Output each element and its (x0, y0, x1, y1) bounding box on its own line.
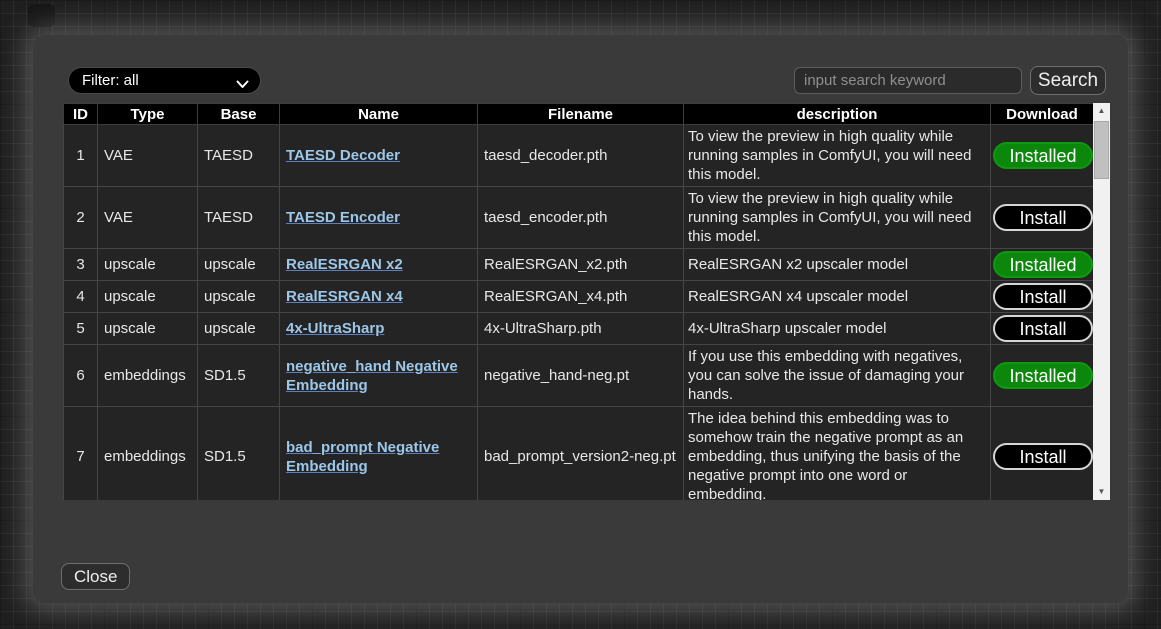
cell-type: upscale (98, 281, 198, 313)
column-header-download: Download (991, 104, 1094, 125)
install-button[interactable]: Install (993, 204, 1093, 231)
table-header-row: IDTypeBaseNameFilenamedescriptionDownloa… (64, 104, 1094, 125)
close-button[interactable]: Close (61, 563, 130, 590)
cell-description: 4x-UltraSharp upscaler model (684, 313, 991, 345)
installed-button[interactable]: Installed (993, 142, 1093, 169)
cell-id: 7 (64, 407, 98, 501)
table-row: 6embeddingsSD1.5negative_hand Negative E… (64, 345, 1094, 407)
installed-button[interactable]: Installed (993, 362, 1093, 389)
search-input[interactable] (794, 67, 1022, 94)
cell-type: upscale (98, 313, 198, 345)
cell-type: upscale (98, 249, 198, 281)
cell-name: RealESRGAN x4 (280, 281, 478, 313)
model-name-link[interactable]: TAESD Decoder (286, 147, 400, 164)
model-name-link[interactable]: negative_hand Negative Embedding (286, 358, 458, 394)
cell-filename: RealESRGAN_x2.pth (478, 249, 684, 281)
model-manager-dialog: Filter: all Search IDTypeBaseNameFilenam… (33, 35, 1128, 603)
cell-name: bad_prompt Negative Embedding (280, 407, 478, 501)
cell-type: embeddings (98, 407, 198, 501)
model-table-container: IDTypeBaseNameFilenamedescriptionDownloa… (63, 103, 1110, 500)
cell-filename: taesd_encoder.pth (478, 187, 684, 249)
cell-name: 4x-UltraSharp (280, 313, 478, 345)
table-row: 4upscaleupscaleRealESRGAN x4RealESRGAN_x… (64, 281, 1094, 313)
cell-download: Install (991, 187, 1094, 249)
cell-id: 5 (64, 313, 98, 345)
cell-description: RealESRGAN x2 upscaler model (684, 249, 991, 281)
cell-filename: bad_prompt_version2-neg.pt (478, 407, 684, 501)
cell-filename: RealESRGAN_x4.pth (478, 281, 684, 313)
table-row: 3upscaleupscaleRealESRGAN x2RealESRGAN_x… (64, 249, 1094, 281)
model-name-link[interactable]: TAESD Encoder (286, 209, 400, 226)
canvas-widget (28, 4, 55, 27)
cell-base: upscale (198, 249, 280, 281)
scroll-up-icon[interactable]: ▲ (1093, 103, 1110, 119)
cell-id: 4 (64, 281, 98, 313)
cell-filename: taesd_decoder.pth (478, 125, 684, 187)
cell-id: 6 (64, 345, 98, 407)
scrollbar[interactable]: ▲ ▼ (1093, 103, 1110, 500)
cell-name: TAESD Encoder (280, 187, 478, 249)
column-header-description: description (684, 104, 991, 125)
filter-dropdown-wrap: Filter: all (68, 67, 261, 94)
cell-type: VAE (98, 187, 198, 249)
install-button[interactable]: Install (993, 283, 1093, 310)
column-header-id: ID (64, 104, 98, 125)
cell-base: upscale (198, 281, 280, 313)
column-header-type: Type (98, 104, 198, 125)
cell-description: To view the preview in high quality whil… (684, 125, 991, 187)
cell-base: TAESD (198, 125, 280, 187)
cell-description: To view the preview in high quality whil… (684, 187, 991, 249)
model-name-link[interactable]: 4x-UltraSharp (286, 320, 384, 337)
column-header-base: Base (198, 104, 280, 125)
table-row: 7embeddingsSD1.5bad_prompt Negative Embe… (64, 407, 1094, 501)
scroll-down-icon[interactable]: ▼ (1093, 484, 1110, 500)
cell-base: SD1.5 (198, 407, 280, 501)
cell-download: Install (991, 281, 1094, 313)
model-name-link[interactable]: bad_prompt Negative Embedding (286, 439, 439, 475)
scroll-thumb[interactable] (1094, 121, 1109, 179)
cell-id: 1 (64, 125, 98, 187)
search-button[interactable]: Search (1030, 66, 1106, 95)
model-name-link[interactable]: RealESRGAN x2 (286, 256, 403, 273)
column-header-name: Name (280, 104, 478, 125)
cell-id: 2 (64, 187, 98, 249)
cell-type: VAE (98, 125, 198, 187)
model-table: IDTypeBaseNameFilenamedescriptionDownloa… (63, 103, 1094, 500)
column-header-filename: Filename (478, 104, 684, 125)
cell-name: TAESD Decoder (280, 125, 478, 187)
cell-id: 3 (64, 249, 98, 281)
table-row: 1VAETAESD TAESD Decoder taesd_decoder.pthT… (64, 125, 1094, 187)
cell-name: negative_hand Negative Embedding (280, 345, 478, 407)
cell-download: Installed (991, 125, 1094, 187)
model-table-body: 1VAETAESDTAESD Decodertaesd_decoder.pthT… (64, 125, 1094, 501)
cell-base: SD1.5 (198, 345, 280, 407)
cell-description: RealESRGAN x4 upscaler model (684, 281, 991, 313)
table-row: 5upscaleupscale4x-UltraSharp4x-UltraShar… (64, 313, 1094, 345)
cell-download: Install (991, 313, 1094, 345)
filter-select[interactable]: Filter: all (68, 67, 261, 94)
cell-base: TAESD (198, 187, 280, 249)
install-button[interactable]: Install (993, 443, 1093, 470)
cell-download: Installed (991, 345, 1094, 407)
cell-download: Installed (991, 249, 1094, 281)
table-row: 2VAETAESD TAESD Encoder taesd_encoder.pthT… (64, 187, 1094, 249)
cell-filename: negative_hand-neg.pt (478, 345, 684, 407)
model-name-link[interactable]: RealESRGAN x4 (286, 288, 403, 305)
cell-description: The idea behind this embedding was to so… (684, 407, 991, 501)
cell-type: embeddings (98, 345, 198, 407)
install-button[interactable]: Install (993, 315, 1093, 342)
cell-download: Install (991, 407, 1094, 501)
cell-filename: 4x-UltraSharp.pth (478, 313, 684, 345)
cell-base: upscale (198, 313, 280, 345)
cell-description: If you use this embedding with negatives… (684, 345, 991, 407)
installed-button[interactable]: Installed (993, 251, 1093, 278)
cell-name: RealESRGAN x2 (280, 249, 478, 281)
